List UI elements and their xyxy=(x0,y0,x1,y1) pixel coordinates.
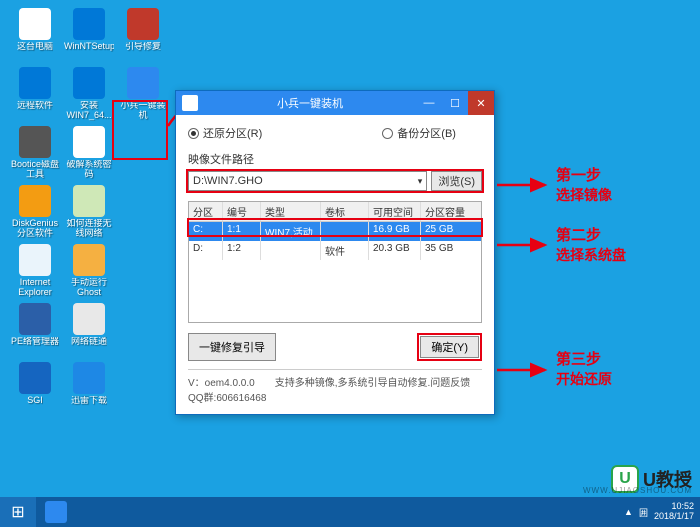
icon-label: 引导修复 xyxy=(125,42,161,52)
repair-boot-button[interactable]: 一键修复引导 xyxy=(188,333,276,361)
app-icon xyxy=(73,126,105,158)
partition-table: 分区 编号 类型 卷标 可用空间 分区容量 C:1:1WIN7,活动16.9 G… xyxy=(188,201,482,323)
desktop-icon[interactable]: PE络管理器 xyxy=(10,303,60,358)
icon-label: 如何连接无线网络 xyxy=(64,219,114,239)
app-icon xyxy=(73,67,105,99)
path-label: 映像文件路径 xyxy=(188,151,482,167)
installer-dialog: 小兵一键装机 — ☐ ✕ 还原分区(R) 备份分区(B) 映像文件路径 D:\W… xyxy=(175,90,495,415)
annotation-step2: 第二步 选择系统盘 xyxy=(556,226,626,264)
icon-label: 安装WIN7_64... xyxy=(64,101,114,121)
clock[interactable]: 10:52 2018/1/17 xyxy=(654,502,694,522)
table-row[interactable]: D:1:2软件20.3 GB35 GB xyxy=(189,241,481,260)
desktop-icon[interactable]: 这台电脑 xyxy=(10,8,60,63)
icon-label: Internet Explorer xyxy=(10,278,60,298)
app-icon xyxy=(127,8,159,40)
desktop-icon[interactable]: 如何连接无线网络 xyxy=(64,185,114,240)
desktop-icon[interactable]: 安装WIN7_64... xyxy=(64,67,114,122)
dropdown-arrow-icon: ▾ xyxy=(418,176,423,187)
desktop-icon[interactable]: SGI xyxy=(10,362,60,417)
desktop-icon[interactable]: 远程软件 xyxy=(10,67,60,122)
icon-label: 迅雷下载 xyxy=(71,396,107,406)
icon-label: WinNTSetup xyxy=(64,42,114,52)
table-header: 分区 编号 类型 卷标 可用空间 分区容量 xyxy=(189,202,481,222)
icon-label: 手动运行Ghost xyxy=(64,278,114,298)
icon-label: DiskGenius分区软件 xyxy=(10,219,60,239)
icon-label: 这台电脑 xyxy=(17,42,53,52)
annotation-step1: 第一步 选择镜像 xyxy=(556,166,612,204)
close-button[interactable]: ✕ xyxy=(468,91,494,115)
annotation-step3: 第三步 开始还原 xyxy=(556,350,612,388)
desktop-icon[interactable]: DiskGenius分区软件 xyxy=(10,185,60,240)
radio-restore[interactable]: 还原分区(R) xyxy=(188,125,262,141)
browse-button[interactable]: 浏览(S) xyxy=(431,171,482,191)
tray-icon[interactable]: ▲ xyxy=(624,507,633,517)
app-icon xyxy=(127,67,159,99)
ime-icon[interactable]: 囲 xyxy=(639,506,648,519)
icon-label: 网络链通 xyxy=(71,337,107,347)
image-path-input[interactable]: D:\WIN7.GHO▾ xyxy=(188,171,427,191)
table-row[interactable]: C:1:1WIN7,活动16.9 GB25 GB xyxy=(189,222,481,241)
titlebar[interactable]: 小兵一键装机 — ☐ ✕ xyxy=(176,91,494,115)
desktop-icon[interactable]: Internet Explorer xyxy=(10,244,60,299)
radio-backup[interactable]: 备份分区(B) xyxy=(382,125,456,141)
maximize-button[interactable]: ☐ xyxy=(442,91,468,115)
ok-button[interactable]: 确定(Y) xyxy=(420,336,479,358)
app-icon xyxy=(19,362,51,394)
status-bar: V：oem4.0.0.0 支持多种镜像,多系统引导自动修复.问题反馈QQ群:60… xyxy=(188,369,482,404)
watermark: U U教授 WWW.UJIAOSHOU.COM xyxy=(611,465,692,493)
desktop-icon[interactable]: 网络链通 xyxy=(64,303,114,358)
icon-label: 破解系统密码 xyxy=(64,160,114,180)
app-icon xyxy=(19,67,51,99)
taskbar: ⊞ ▲ 囲 10:52 2018/1/17 xyxy=(0,497,700,527)
icon-label: Bootice磁盘工具 xyxy=(10,160,60,180)
app-icon xyxy=(73,185,105,217)
minimize-button[interactable]: — xyxy=(416,91,442,115)
app-icon xyxy=(19,303,51,335)
icon-label: SGI xyxy=(27,396,43,406)
app-icon xyxy=(182,95,198,111)
app-icon xyxy=(19,185,51,217)
app-icon xyxy=(73,8,105,40)
desktop-icon[interactable]: WinNTSetup xyxy=(64,8,114,63)
start-button[interactable]: ⊞ xyxy=(0,497,36,527)
taskbar-app[interactable] xyxy=(36,497,76,527)
app-icon xyxy=(73,303,105,335)
app-icon xyxy=(19,126,51,158)
desktop-icon[interactable]: 迅雷下载 xyxy=(64,362,114,417)
dialog-title: 小兵一键装机 xyxy=(204,95,416,111)
app-icon xyxy=(19,8,51,40)
icon-label: 远程软件 xyxy=(17,101,53,111)
app-icon xyxy=(73,362,105,394)
desktop-icon[interactable]: 破解系统密码 xyxy=(64,126,114,181)
desktop-icon[interactable]: Bootice磁盘工具 xyxy=(10,126,60,181)
app-icon xyxy=(19,244,51,276)
desktop-icon[interactable]: 引导修复 xyxy=(118,8,168,63)
app-icon xyxy=(73,244,105,276)
icon-label: PE络管理器 xyxy=(11,337,59,347)
system-tray[interactable]: ▲ 囲 10:52 2018/1/17 xyxy=(624,502,700,522)
desktop-icon[interactable]: 手动运行Ghost xyxy=(64,244,114,299)
